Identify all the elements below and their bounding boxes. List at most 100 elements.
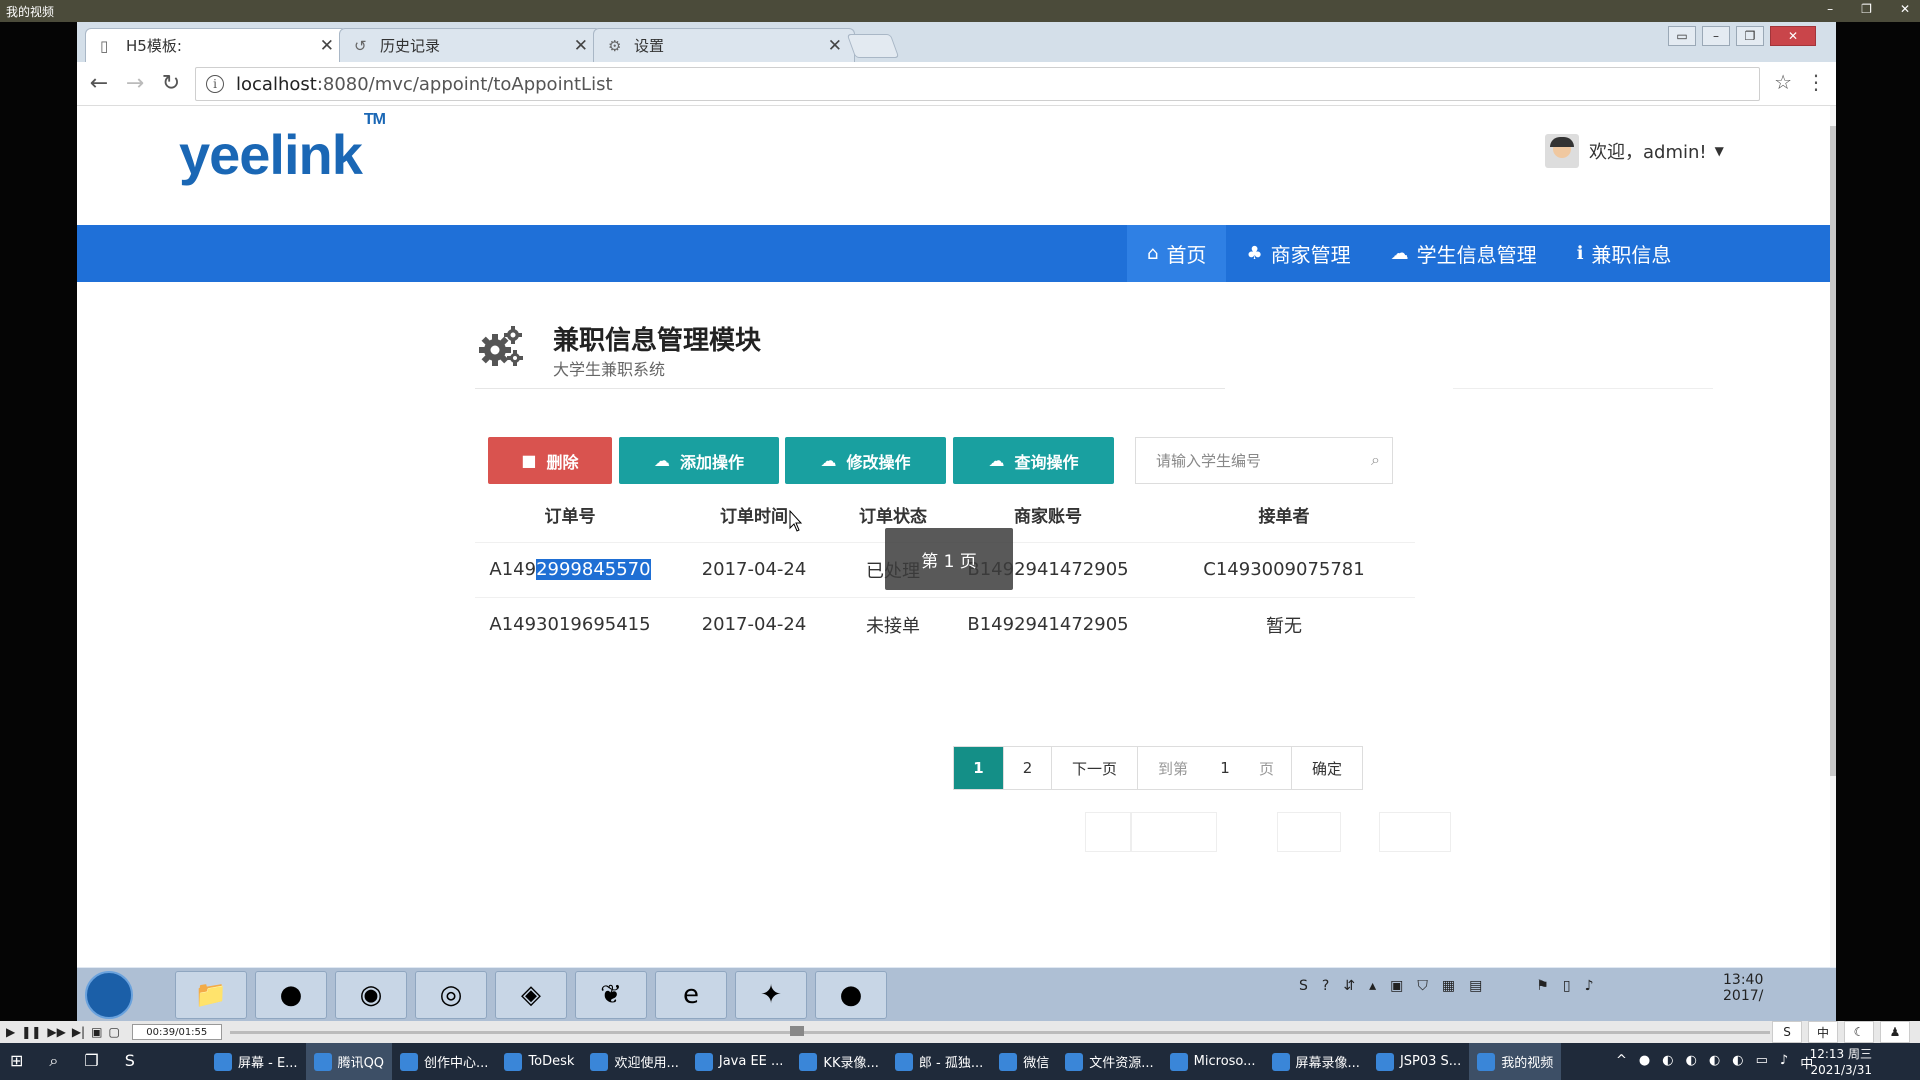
modify-button[interactable]: ☁ 修改操作 (785, 437, 946, 484)
taskbar-app-button[interactable]: ToDesk (496, 1043, 582, 1080)
taskbar-app-button[interactable]: 屏幕 - E... (206, 1043, 306, 1080)
profile-icon[interactable]: ▭ (1668, 26, 1696, 46)
spring-icon[interactable]: ❦ (575, 971, 647, 1019)
menu-icon[interactable]: ⋮ (1806, 70, 1826, 94)
student-id-search-input[interactable]: 请输入学生编号 ⌕ (1135, 437, 1393, 484)
sogou-icon[interactable]: S (1299, 978, 1308, 994)
volume-icon[interactable]: ♪ (1585, 978, 1594, 994)
firefox-icon[interactable]: ◉ (335, 971, 407, 1019)
step-icon[interactable]: ▶| (72, 1025, 85, 1039)
ime-icon[interactable]: 中 (1808, 1021, 1838, 1043)
tab-settings[interactable]: ⚙ 设置 ✕ (593, 28, 855, 62)
fast-forward-icon[interactable]: ▶▶ (47, 1025, 65, 1039)
app-icon[interactable]: ▣ (1390, 978, 1403, 994)
search-icon[interactable]: ⌕ (1371, 450, 1380, 470)
internet-explorer-icon[interactable]: e (655, 971, 727, 1019)
column-header[interactable]: 订单时间 (665, 488, 843, 542)
taskbar-app-button[interactable]: Microso... (1162, 1043, 1264, 1080)
qq-icon[interactable]: ◐ (1686, 1053, 1697, 1072)
taskbar-app-button[interactable]: 创作中心... (392, 1043, 496, 1080)
play-icon[interactable]: ▶ (6, 1025, 15, 1039)
sogou-icon[interactable]: S (1772, 1021, 1802, 1043)
app-icon[interactable]: ▤ (1469, 978, 1482, 994)
chevron-up-icon[interactable]: ^ (1616, 1053, 1627, 1072)
fullscreen-icon[interactable]: ▢ (108, 1025, 119, 1039)
shirt-icon[interactable]: ♟ (1880, 1021, 1910, 1043)
site-logo[interactable]: yeelinkTM (179, 111, 386, 187)
taskbar-app-button[interactable]: 欢迎使用... (582, 1043, 686, 1080)
confirm-button[interactable]: 确定 (1292, 747, 1362, 789)
windows-start-icon[interactable]: ⊞ (10, 1051, 23, 1071)
app-icon[interactable]: ✦ (735, 971, 807, 1019)
order-id-cell[interactable]: A1492999845570 (475, 541, 665, 597)
add-button[interactable]: ☁ 添加操作 (619, 437, 779, 484)
pause-icon[interactable]: ❚❚ (21, 1025, 41, 1039)
taskbar-app-button[interactable]: KK录像... (791, 1043, 886, 1080)
seek-thumb[interactable] (790, 1026, 804, 1036)
taskbar-app-button[interactable]: Java EE ... (687, 1043, 792, 1080)
qq-icon[interactable]: ◐ (1662, 1053, 1673, 1072)
info-icon[interactable]: i (206, 75, 224, 93)
user-menu[interactable]: 欢迎，admin! ▼ (1545, 134, 1724, 168)
table-row[interactable]: A1493019695415 2017-04-24 未接单 B149294147… (475, 596, 1415, 652)
taskbar-app-button[interactable]: 郎 - 孤独... (887, 1043, 991, 1080)
guest-clock[interactable]: 13:40 2017/ (1723, 972, 1763, 1004)
chrome-icon[interactable]: ◎ (415, 971, 487, 1019)
order-id-cell[interactable]: A1493019695415 (475, 596, 665, 652)
column-header[interactable]: 接单者 (1153, 488, 1415, 542)
task-view-icon[interactable]: ❐ (84, 1051, 98, 1071)
network-icon[interactable]: ⇵ (1343, 978, 1355, 994)
nvidia-icon[interactable]: ▦ (1442, 978, 1455, 994)
nav-home[interactable]: ⌂ 首页 (1127, 225, 1227, 282)
volume-icon[interactable]: ♪ (1780, 1053, 1788, 1072)
query-button[interactable]: ☁ 查询操作 (953, 437, 1114, 484)
close-icon[interactable]: ✕ (828, 36, 842, 56)
taskbar-app-button[interactable]: 腾讯QQ (305, 1043, 393, 1080)
close-icon[interactable]: ✕ (1900, 2, 1910, 16)
minimize-icon[interactable]: – (1827, 2, 1833, 16)
close-icon[interactable]: ✕ (1770, 26, 1816, 46)
host-clock[interactable]: 12:13 周三 2021/3/31 (1810, 1046, 1872, 1078)
tab-history[interactable]: ↺ 历史记录 ✕ (339, 28, 601, 62)
address-bar[interactable]: i localhost:8080/mvc/appoint/toAppointLi… (195, 67, 1760, 101)
page-1-button[interactable]: 1 (954, 747, 1004, 789)
network-icon[interactable]: ▭ (1756, 1053, 1768, 1072)
start-orb-icon[interactable] (85, 971, 133, 1019)
nav-student-management[interactable]: ☁ 学生信息管理 (1371, 225, 1557, 282)
qq-icon[interactable]: ◐ (1709, 1053, 1720, 1072)
nav-merchant-management[interactable]: ♣ 商家管理 (1226, 225, 1370, 282)
qq-music-icon[interactable]: ● (255, 971, 327, 1019)
taskbar-app-button[interactable]: 屏幕录像... (1264, 1043, 1368, 1080)
forward-icon[interactable]: → (117, 71, 153, 96)
maximize-icon[interactable]: ❐ (1736, 26, 1764, 46)
shield-icon[interactable]: ⛉ (1417, 978, 1428, 994)
delete-button[interactable]: ■ 删除 (488, 437, 612, 484)
page-2-button[interactable]: 2 (1004, 747, 1052, 789)
app-icon[interactable]: S (125, 1051, 135, 1071)
qq-icon[interactable]: ◐ (1732, 1053, 1743, 1072)
taskbar-app-button[interactable]: 文件资源... (1057, 1043, 1161, 1080)
taskbar-app-button[interactable]: JSP03 S... (1368, 1043, 1469, 1080)
moon-icon[interactable]: ☾ (1844, 1021, 1874, 1043)
reload-icon[interactable]: ↻ (153, 71, 189, 96)
taskbar-app-button[interactable]: 微信 (991, 1043, 1057, 1080)
flag-icon[interactable]: ⚑ (1536, 978, 1549, 994)
app-icon[interactable]: ● (815, 971, 887, 1019)
bookmark-star-icon[interactable]: ☆ (1774, 70, 1792, 94)
folder-icon[interactable]: 📁 (175, 971, 247, 1019)
back-icon[interactable]: ← (81, 71, 117, 96)
search-icon[interactable]: ⌕ (49, 1051, 58, 1071)
app-icon[interactable]: ● (1639, 1053, 1650, 1072)
goto-page-input[interactable]: 1 (1208, 747, 1242, 789)
minimize-icon[interactable]: – (1702, 26, 1730, 46)
tab-h5-template[interactable]: ▯ H5模板: ✕ (85, 28, 347, 62)
maximize-icon[interactable]: ❐ (1861, 2, 1872, 16)
snapshot-icon[interactable]: ▣ (91, 1025, 102, 1039)
close-icon[interactable]: ✕ (574, 36, 588, 56)
scrollbar-thumb[interactable] (1830, 126, 1836, 776)
device-icon[interactable]: ▯ (1563, 978, 1571, 994)
nav-parttime-info[interactable]: ℹ 兼职信息 (1557, 225, 1692, 282)
close-icon[interactable]: ✕ (320, 36, 334, 56)
new-tab-button[interactable] (846, 34, 900, 58)
column-header[interactable]: 订单号 (475, 488, 665, 542)
